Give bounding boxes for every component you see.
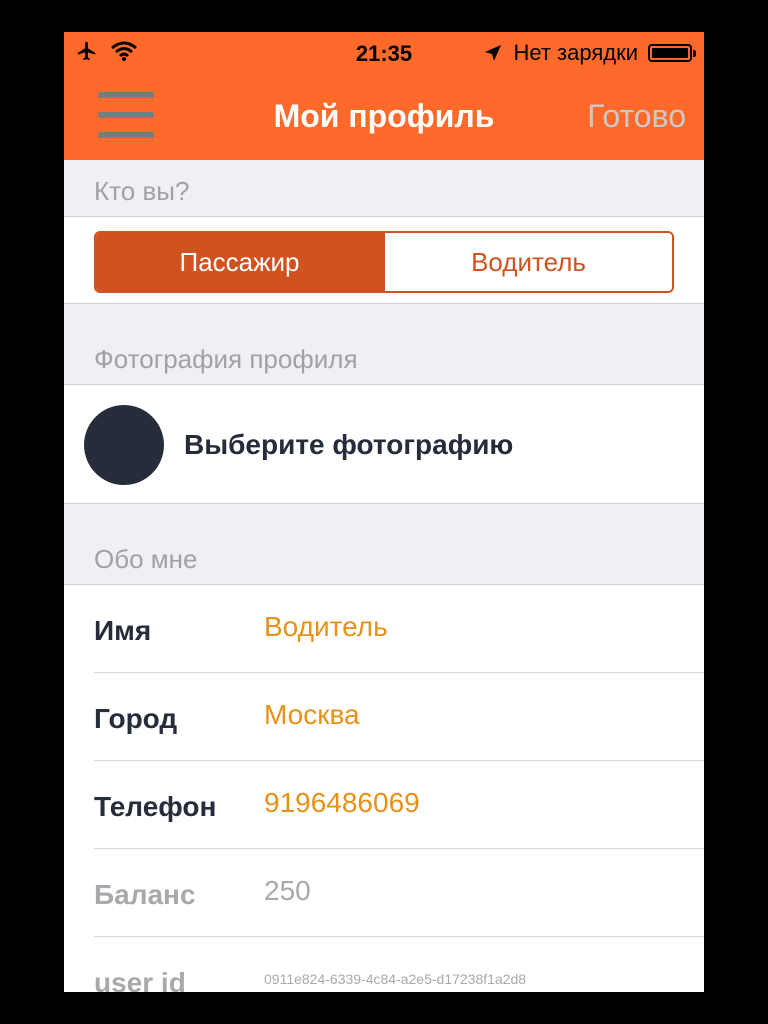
user-id-label: user id <box>94 967 186 992</box>
segment-driver[interactable]: Водитель <box>383 233 672 291</box>
about-block: Имя Водитель Город Москва Телефон 919648… <box>64 584 704 992</box>
avatar[interactable] <box>84 405 164 485</box>
navigation-bar: Мой профиль Готово <box>64 72 704 160</box>
row-phone[interactable]: Телефон 9196486069 <box>94 761 704 849</box>
status-bar: 21:35 Нет зарядки <box>64 32 704 72</box>
location-arrow-icon <box>483 42 503 64</box>
phone-value[interactable]: 9196486069 <box>264 787 420 819</box>
name-value[interactable]: Водитель <box>264 611 388 643</box>
section-header-who: Кто вы? <box>94 176 190 206</box>
choose-photo-label[interactable]: Выберите фотографию <box>184 429 513 461</box>
row-name[interactable]: Имя Водитель <box>94 585 704 673</box>
section-header-about: Обо мне <box>94 544 198 574</box>
balance-label: Баланс <box>94 879 196 910</box>
balance-value: 250 <box>264 875 311 906</box>
row-city[interactable]: Город Москва <box>94 673 704 761</box>
battery-status-text: Нет зарядки <box>513 40 638 65</box>
name-label: Имя <box>94 615 152 646</box>
row-balance: Баланс 250 <box>94 849 704 937</box>
section-header-photo: Фотография профиля <box>94 344 358 374</box>
screen: 21:35 Нет зарядки Мой профиль Готово Кто… <box>64 32 704 992</box>
row-user-id: user id 0911e824-6339-4c84-a2e5-d17238f1… <box>94 937 704 992</box>
role-segmented-control: Пассажир Водитель <box>94 231 674 293</box>
role-block: Пассажир Водитель <box>64 216 704 304</box>
city-value[interactable]: Москва <box>264 699 360 731</box>
user-id-value: 0911e824-6339-4c84-a2e5-d17238f1a2d8 <box>264 971 527 987</box>
battery-icon <box>648 44 696 62</box>
phone-label: Телефон <box>94 791 217 822</box>
done-button[interactable]: Готово <box>587 98 686 135</box>
photo-block[interactable]: Выберите фотографию <box>64 384 704 504</box>
segment-passenger[interactable]: Пассажир <box>96 233 383 291</box>
city-label: Город <box>94 703 178 734</box>
